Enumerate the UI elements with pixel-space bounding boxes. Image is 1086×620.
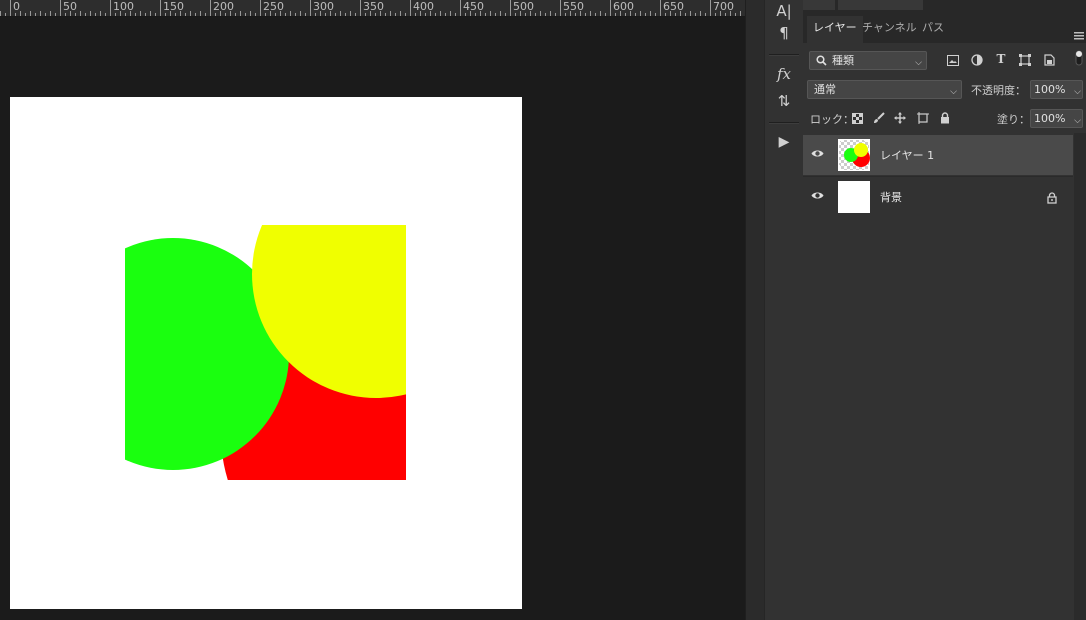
ruler-label: 450 [463, 0, 484, 13]
adjustment-filter-icon[interactable] [969, 52, 985, 68]
eye-visibility-icon[interactable] [811, 149, 824, 158]
layers-panel: レイヤー チャンネル パス 種類 ⌵ T 通常 ⌵ 不透明度： 100% ⌵ ロ… [803, 0, 1086, 620]
layer-filter-dropdown[interactable]: 種類 ⌵ [809, 51, 927, 70]
canvas-scrollbar[interactable] [745, 0, 765, 620]
eye-visibility-icon[interactable] [811, 191, 824, 200]
layer-row-background[interactable]: 背景 [803, 176, 1073, 217]
strip-divider [769, 122, 799, 124]
ruler-label: 100 [113, 0, 134, 13]
layer-name[interactable]: レイヤー 1 [880, 147, 934, 163]
filter-toggle-icon[interactable] [1073, 50, 1085, 66]
artwork [125, 225, 406, 480]
tab-paths[interactable]: パス [916, 18, 950, 43]
fill-label: 塗り： [997, 113, 1030, 126]
fx-icon[interactable]: fx [771, 63, 797, 85]
panel-menu-icon[interactable] [1074, 30, 1084, 42]
ruler-label: 350 [363, 0, 384, 13]
lock-artboard-icon[interactable] [915, 110, 931, 126]
ruler-label: 700 [713, 0, 734, 13]
fill-field[interactable]: 100% ⌵ [1030, 109, 1083, 128]
play-glyph: ▶ [778, 134, 790, 150]
layer-name[interactable]: 背景 [880, 189, 902, 205]
panel-tabs: レイヤー チャンネル パス [803, 10, 1086, 43]
lock-transparency-icon[interactable] [849, 110, 865, 126]
panel-top-bar [803, 0, 1086, 10]
horizontal-ruler[interactable]: 0 50 100 150 200 250 300 350 400 450 500 550 600 650 7… [0, 0, 745, 17]
chevron-down-icon: ⌵ [1074, 87, 1081, 97]
image-filter-icon[interactable] [945, 52, 961, 68]
character-icon[interactable]: A| [771, 0, 797, 22]
lock-label: ロック： [810, 113, 854, 126]
tab-channels[interactable]: チャンネル [856, 18, 923, 43]
opacity-value: 100% [1034, 83, 1066, 96]
chevron-down-icon: ⌵ [915, 58, 922, 68]
smart-object-filter-icon[interactable] [1041, 52, 1057, 68]
ruler-label: 650 [663, 0, 684, 13]
play-icon[interactable]: ▶ [771, 131, 797, 153]
ruler-label: 250 [263, 0, 284, 13]
ruler-label: 50 [63, 0, 77, 13]
panel-top-segment [838, 0, 923, 10]
blend-mode-dropdown[interactable]: 通常 ⌵ [807, 80, 962, 99]
type-filter-icon[interactable]: T [993, 51, 1009, 67]
search-icon [816, 55, 827, 66]
ruler-label: 200 [213, 0, 234, 13]
chevron-down-icon: ⌵ [950, 87, 957, 97]
paragraph-icon[interactable]: ¶ [771, 22, 797, 44]
strip-divider [769, 54, 799, 56]
filter-label: 種類 [832, 54, 854, 67]
lock-all-icon[interactable] [937, 110, 953, 126]
ruler-label: 400 [413, 0, 434, 13]
ruler-label: 600 [613, 0, 634, 13]
ruler-label: 0 [13, 0, 20, 13]
tab-layers[interactable]: レイヤー [807, 16, 863, 43]
character-glyph: A| [776, 2, 792, 20]
canvas-workspace[interactable] [0, 17, 745, 620]
ruler-label: 150 [163, 0, 184, 13]
adjust-icon[interactable]: ⇅ [771, 90, 797, 112]
layer-thumbnail [838, 139, 870, 171]
ruler-label: 500 [513, 0, 534, 13]
lock-icon [1047, 192, 1057, 204]
chevron-down-icon: ⌵ [1074, 116, 1081, 126]
ruler-label: 550 [563, 0, 584, 13]
panel-icon-strip: A| ¶ fx ⇅ ▶ [764, 0, 804, 620]
layer-row-layer1[interactable]: レイヤー 1 [803, 135, 1073, 175]
blend-mode-value: 通常 [814, 83, 836, 96]
yellow-circle-shape [252, 225, 406, 398]
lock-position-move-icon[interactable] [892, 110, 908, 126]
layer-thumbnail [838, 181, 870, 213]
shape-filter-icon[interactable] [1017, 52, 1033, 68]
document-canvas[interactable] [10, 97, 522, 609]
fx-glyph: fx [776, 65, 791, 83]
adjust-glyph: ⇅ [777, 92, 791, 110]
ruler-label: 300 [313, 0, 334, 13]
panel-top-segment [803, 0, 835, 10]
paragraph-glyph: ¶ [779, 24, 789, 42]
fill-value: 100% [1034, 112, 1066, 125]
opacity-field[interactable]: 100% ⌵ [1030, 80, 1083, 99]
lock-pixels-brush-icon[interactable] [871, 110, 887, 126]
opacity-label: 不透明度： [971, 84, 1026, 97]
panel-scrollbar[interactable] [1074, 133, 1086, 620]
